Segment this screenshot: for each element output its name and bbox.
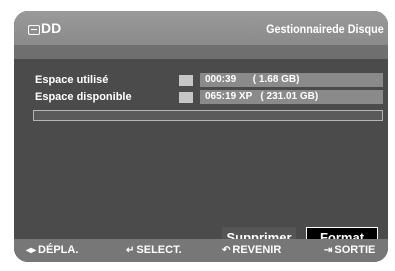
- disk-usage-bar: [33, 110, 383, 121]
- nav-move: ◂▸ DÉPLA.: [26, 244, 79, 256]
- free-space-value: 065:19 XP ( 231.01 GB): [200, 90, 383, 104]
- free-space-swatch: [179, 92, 193, 103]
- footer-help-bar: ◂▸ DÉPLA. ↵ SELECT. ↶ REVENIR ⇥ SORTIE: [14, 239, 388, 262]
- used-space-swatch: [179, 75, 193, 86]
- enter-select-icon: ↵: [126, 244, 135, 256]
- hdd-icon: [28, 25, 40, 35]
- title-bar: DD Gestionnairede Disque: [14, 11, 388, 45]
- disk-manager-panel: DD Gestionnairede Disque Espace utilisé …: [14, 11, 388, 262]
- subtitle-bar: [14, 45, 388, 59]
- free-space-label: Espace disponible: [35, 91, 132, 103]
- content-area: Espace utilisé 000:39 ( 1.68 GB) Espace …: [14, 59, 388, 239]
- nav-exit: ⇥ SORTIE: [324, 244, 376, 256]
- page-title: Gestionnairede Disque: [266, 22, 384, 36]
- nav-return: ↶ REVENIR: [222, 244, 282, 256]
- used-space-value: 000:39 ( 1.68 GB): [200, 73, 383, 87]
- used-space-label: Espace utilisé: [35, 74, 109, 86]
- return-icon: ↶: [222, 244, 231, 256]
- exit-icon: ⇥: [324, 244, 333, 256]
- left-right-arrows-icon: ◂▸: [26, 244, 37, 256]
- screen: DD Gestionnairede Disque Espace utilisé …: [0, 0, 395, 271]
- nav-select: ↵ SELECT.: [126, 244, 182, 256]
- device-label: DD: [41, 20, 62, 36]
